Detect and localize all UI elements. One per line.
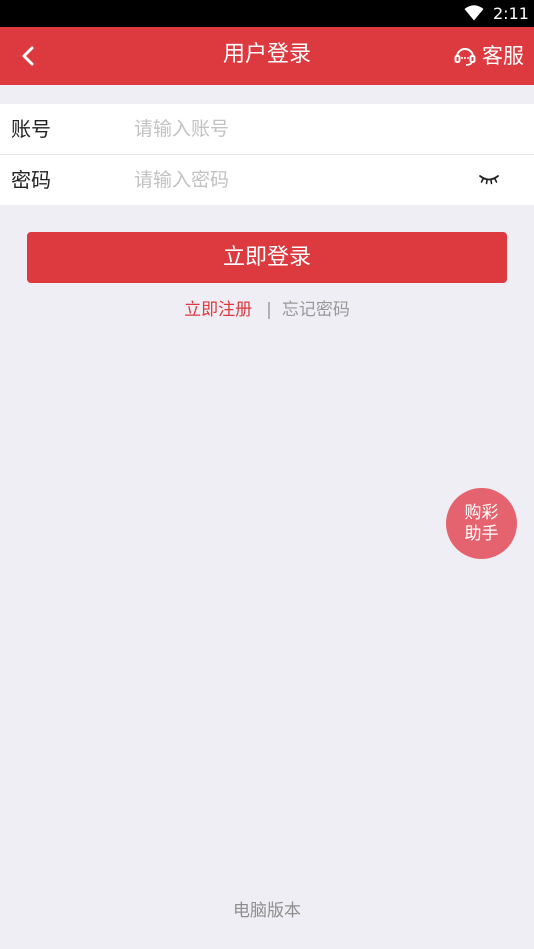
login-button[interactable]: 立即登录 — [27, 232, 507, 283]
wifi-icon — [464, 5, 484, 21]
status-bar: 2:11 — [0, 0, 534, 27]
status-time: 2:11 — [493, 4, 529, 23]
customer-service-button[interactable]: 客服 — [454, 41, 524, 71]
link-divider: | — [266, 300, 272, 320]
account-input[interactable] — [134, 114, 454, 144]
customer-service-label: 客服 — [482, 44, 524, 68]
forgot-password-link[interactable]: 忘记密码 — [282, 300, 350, 320]
password-input[interactable] — [134, 165, 454, 195]
assistant-label-line1: 购彩 — [464, 502, 499, 523]
app-bar: 用户登录 客服 — [0, 27, 534, 85]
eye-closed-icon[interactable] — [476, 170, 502, 188]
account-label: 账号 — [11, 117, 51, 141]
account-row: 账号 — [0, 104, 534, 154]
pc-version-link[interactable]: 电脑版本 — [0, 899, 534, 923]
assistant-label-line2: 助手 — [464, 523, 499, 544]
register-link[interactable]: 立即注册 — [184, 300, 252, 320]
password-row: 密码 — [0, 154, 534, 205]
lottery-assistant-button[interactable]: 购彩 助手 — [446, 488, 517, 559]
headset-icon — [454, 48, 476, 66]
password-label: 密码 — [11, 168, 51, 192]
login-form: 账号 密码 — [0, 104, 534, 205]
auth-links: 立即注册 | 忘记密码 — [0, 298, 534, 322]
